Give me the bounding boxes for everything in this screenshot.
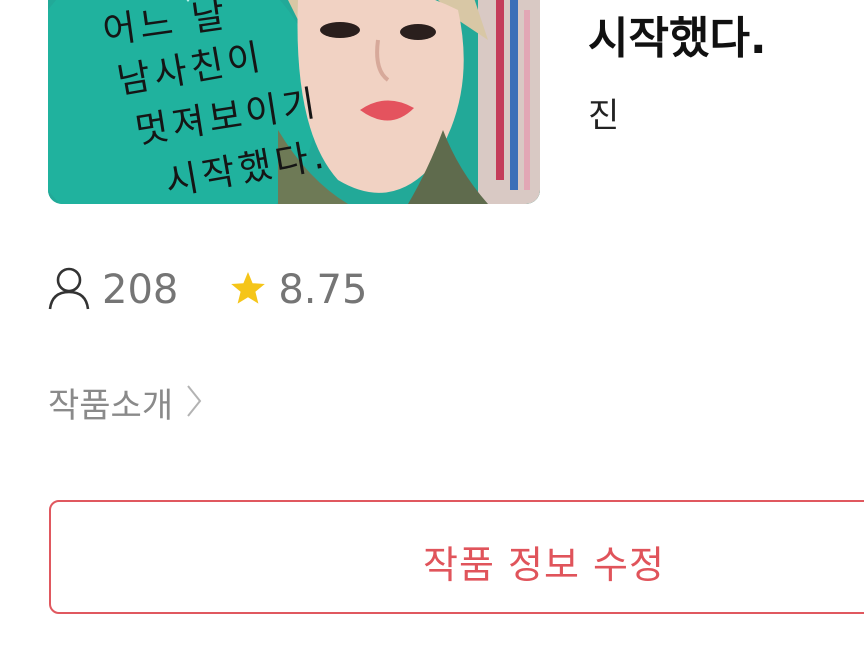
author-name[interactable]: 진 (588, 88, 619, 137)
cover-image[interactable]: 어느 날 남사친이 멋져보이기 시작했다. (48, 0, 540, 204)
rating-value: 8.75 (278, 267, 368, 313)
intro-link[interactable]: 작품소개 (48, 378, 203, 427)
intro-label: 작품소개 (48, 386, 174, 426)
chevron-right-icon (185, 384, 203, 422)
work-detail-page: 어느 날 남사친이 멋져보이기 시작했다. 시작했다. 진 208 8.75 작… (0, 0, 864, 648)
work-title: 시작했다. (588, 13, 767, 64)
rating: 8.75 (230, 267, 367, 313)
edit-work-info-label: 작품 정보 수정 (423, 543, 665, 587)
reader-count-value: 208 (102, 267, 179, 313)
person-icon (48, 266, 90, 314)
edit-work-info-button[interactable]: 작품 정보 수정 (49, 500, 864, 614)
reader-count: 208 (48, 266, 178, 314)
stats-row: 208 8.75 (48, 264, 367, 316)
cover-handwriting: 어느 날 남사친이 멋져보이기 시작했다. (48, 0, 540, 204)
star-icon (230, 271, 266, 309)
